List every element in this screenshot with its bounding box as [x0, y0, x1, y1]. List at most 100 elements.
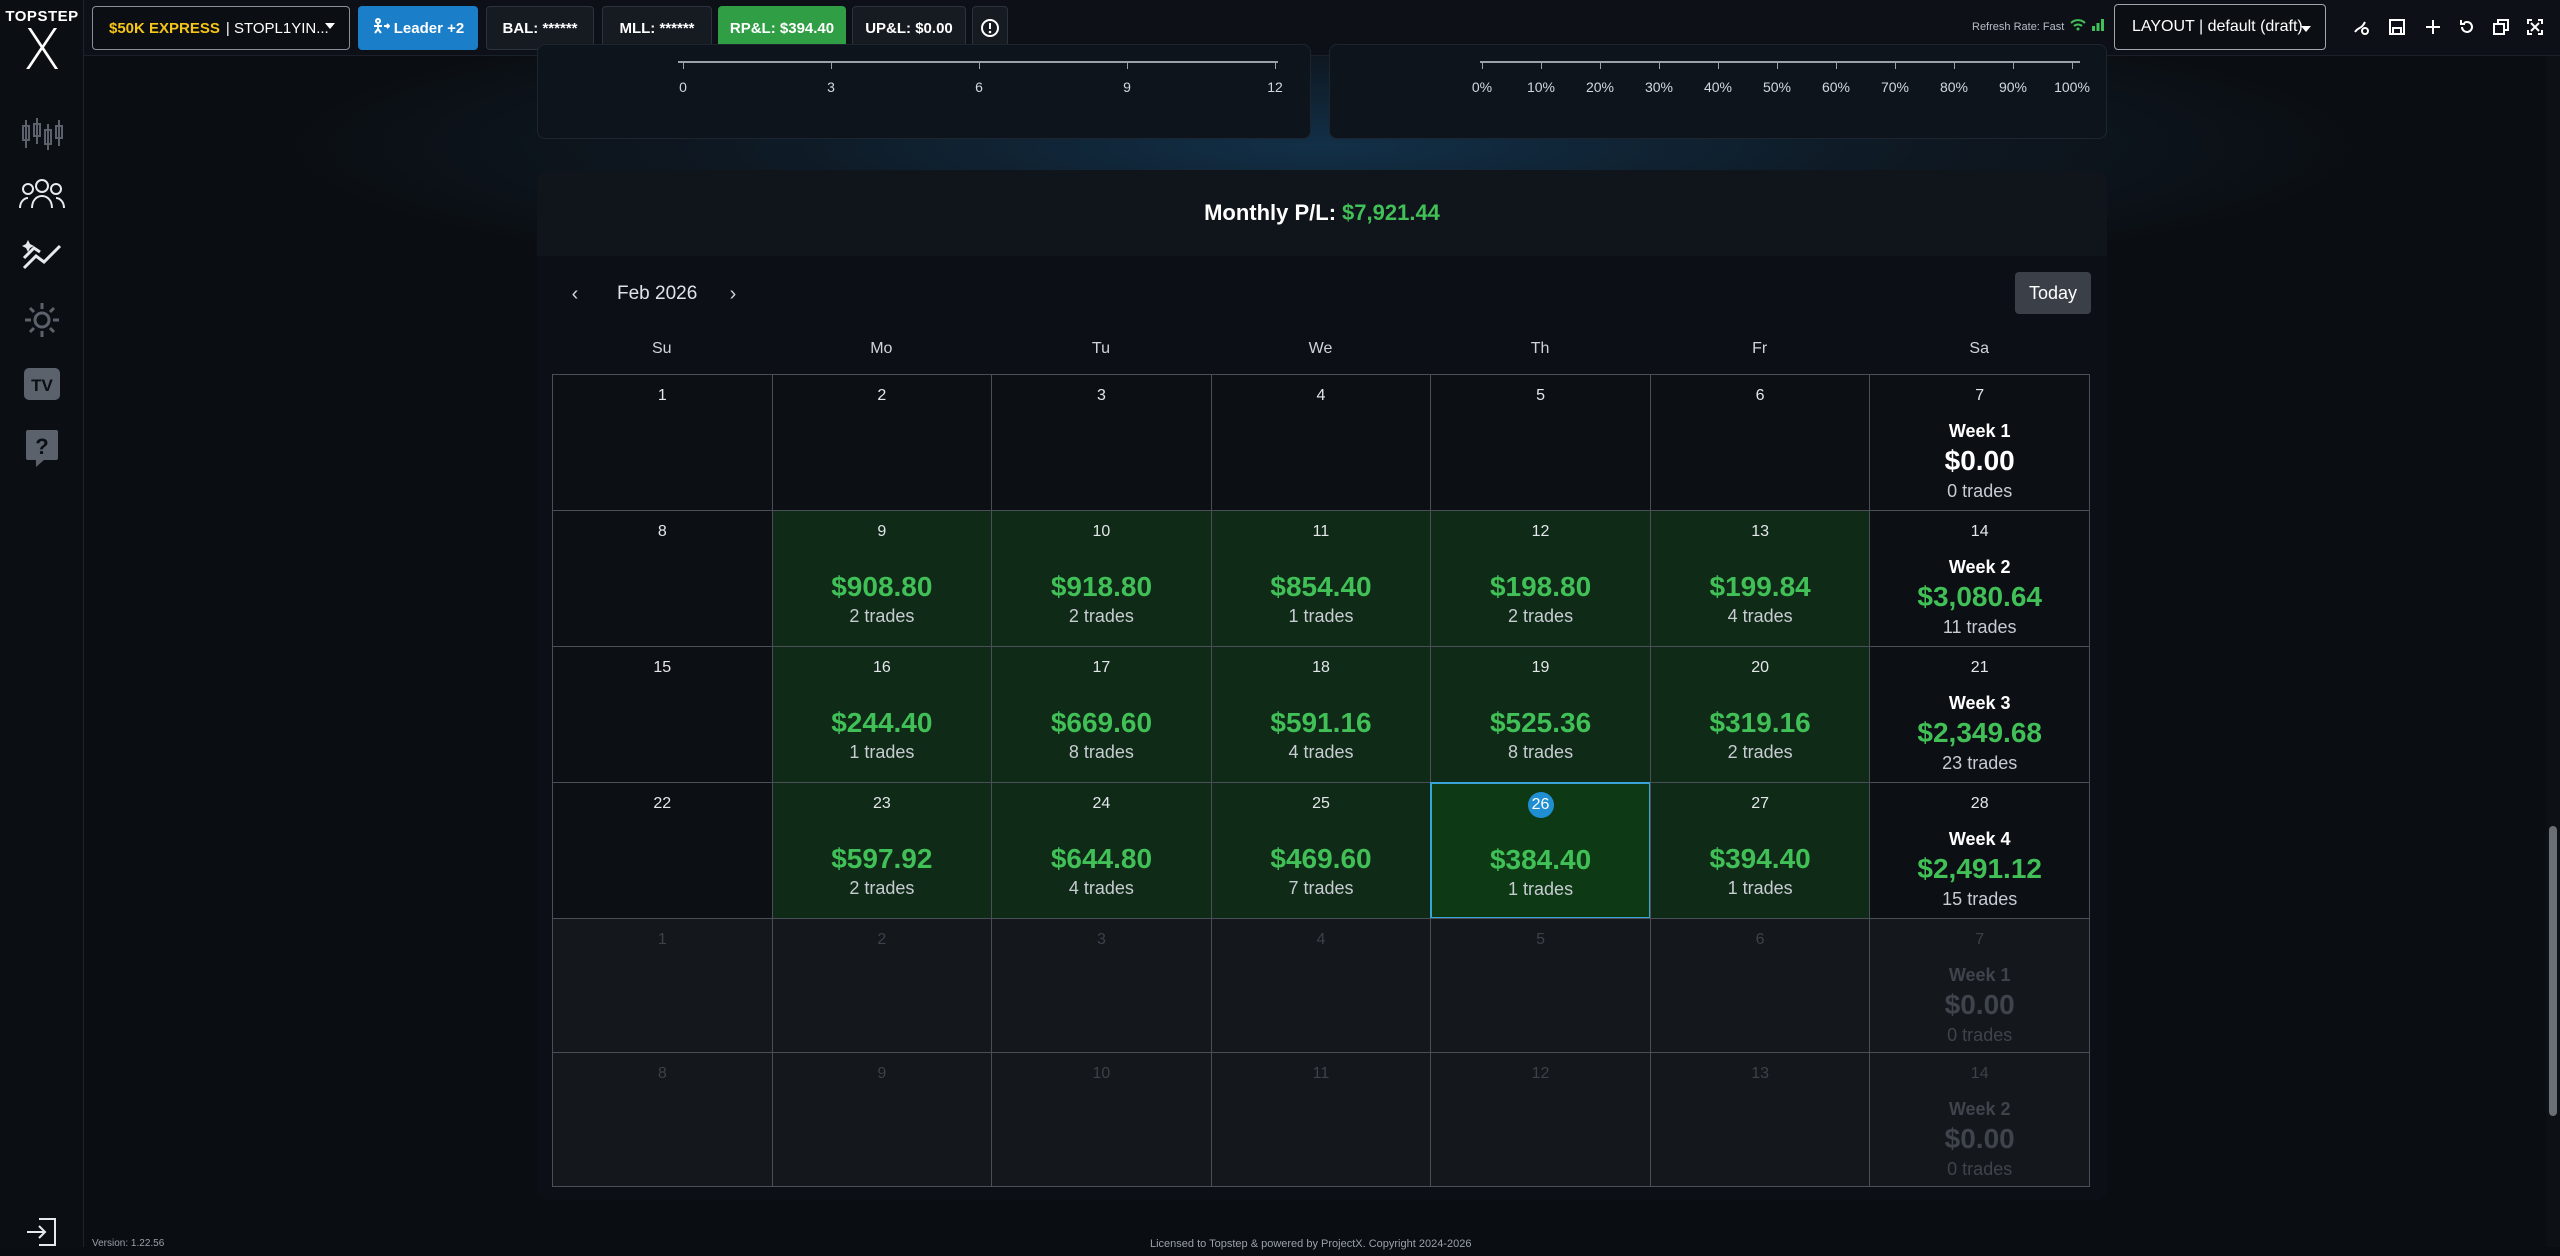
axis-tick [683, 61, 684, 69]
day-cell[interactable]: 10 $918.80 2 trades [991, 510, 1212, 647]
day-number: 23 [872, 795, 891, 812]
day-pl-amount: $469.60 [1270, 843, 1372, 874]
week-pl-amount: $0.00 [1944, 989, 2015, 1020]
day-cell[interactable]: 20 $319.16 2 trades [1649, 646, 1871, 783]
help-icon[interactable]: ? [14, 424, 70, 472]
week-label: Week 2 [1948, 1099, 2011, 1119]
layout-selector[interactable]: LAYOUT | default (draft) [2114, 4, 2326, 50]
monthly-pl-title: Monthly P/L: [1204, 200, 1337, 225]
day-pl-amount: $525.36 [1489, 707, 1592, 738]
chart-candles-icon[interactable] [14, 110, 70, 158]
reset-icon[interactable] [2456, 16, 2478, 38]
day-cell[interactable]: 6 [1649, 374, 1871, 511]
leader-button[interactable]: Leader +2 [358, 6, 478, 50]
day-cell[interactable]: 11 [1210, 1052, 1432, 1187]
day-cell[interactable]: 27 $394.40 1 trades [1649, 782, 1871, 919]
day-cell[interactable]: 8 [552, 1052, 773, 1187]
day-cell[interactable]: 18 $591.16 4 trades [1210, 646, 1432, 783]
day-cell[interactable]: 17 $669.60 8 trades [991, 646, 1212, 783]
day-number: 8 [657, 1065, 667, 1082]
users-group-icon[interactable] [14, 170, 70, 218]
analytics-sparkle-icon[interactable] [14, 232, 70, 280]
day-cell[interactable]: 12 $198.80 2 trades [1430, 510, 1651, 647]
week-summary-cell[interactable]: 7 Week 1 $0.00 0 trades [1869, 918, 2090, 1053]
axis-tick [1777, 61, 1778, 69]
day-pl-amount: $244.40 [831, 707, 933, 738]
week-summary-cell[interactable]: 7 Week 1 $0.00 0 trades [1869, 374, 2090, 511]
add-icon[interactable] [2422, 16, 2444, 38]
account-selector[interactable]: $50K EXPRESS | STOPL1YIN... [92, 6, 350, 50]
week-pl-amount: $2,491.12 [1917, 853, 2042, 884]
day-cell[interactable]: 24 $644.80 4 trades [991, 782, 1212, 919]
day-cell[interactable]: 23 $597.92 2 trades [771, 782, 993, 919]
day-cell[interactable]: 15 [552, 646, 773, 783]
top-toolbar: $50K EXPRESS | STOPL1YIN... Leader +2 BA… [84, 0, 2560, 56]
day-number: 5 [1536, 387, 1546, 404]
day-cell[interactable]: 25 $469.60 7 trades [1210, 782, 1432, 919]
tick-icon[interactable] [2350, 16, 2372, 38]
week-summary-cell[interactable]: 14 Week 2 $3,080.64 11 trades [1869, 510, 2090, 647]
sidebar: TOPSTEP X TV ? [0, 0, 84, 1247]
day-cell[interactable]: 6 [1649, 918, 1871, 1053]
day-cell[interactable]: 12 [1430, 1052, 1651, 1187]
day-cell[interactable]: 19 $525.36 8 trades [1430, 646, 1651, 783]
day-cell[interactable]: 22 [552, 782, 773, 919]
day-cell[interactable]: 2 [771, 374, 993, 511]
save-icon[interactable] [2386, 16, 2408, 38]
day-number: 3 [1096, 387, 1106, 404]
week-pl-amount: $3,080.64 [1917, 581, 2042, 612]
chevron-right-icon[interactable]: › [719, 280, 747, 308]
day-cell[interactable]: 3 [991, 374, 1212, 511]
day-cell[interactable]: 4 [1210, 918, 1432, 1053]
week-summary-cell[interactable]: 14 Week 2 $0.00 0 trades [1869, 1052, 2090, 1187]
week-trade-count: 0 trades [1947, 1159, 2013, 1179]
day-pl-amount: $644.80 [1050, 843, 1153, 874]
axis-tick [1541, 61, 1542, 69]
day-number: 27 [1751, 795, 1770, 812]
day-cell[interactable]: 1 [552, 374, 773, 511]
day-cell[interactable]: 26 $384.40 1 trades [1430, 782, 1651, 919]
day-number: 7 [1975, 387, 1985, 404]
day-cell[interactable]: 13 $199.84 4 trades [1649, 510, 1871, 647]
fullscreen-icon[interactable] [2524, 16, 2546, 38]
axis-tick [1895, 61, 1896, 69]
day-cell[interactable]: 5 [1430, 918, 1651, 1053]
topstep-logo[interactable]: TOPSTEP X [0, 8, 84, 79]
day-number: 1 [657, 931, 667, 948]
gear-icon[interactable] [14, 296, 70, 344]
day-trade-count: 2 trades [1727, 742, 1793, 762]
week-trade-count: 23 trades [1942, 753, 2018, 773]
day-cell[interactable]: 11 $854.40 1 trades [1210, 510, 1432, 647]
logout-icon[interactable] [14, 1208, 70, 1256]
axis-tick [1275, 61, 1276, 69]
svg-text:TV: TV [31, 376, 53, 395]
day-cell[interactable]: 9 [771, 1052, 993, 1187]
day-cell[interactable]: 2 [771, 918, 993, 1053]
week-summary-cell[interactable]: 28 Week 4 $2,491.12 15 trades [1869, 782, 2090, 919]
day-cell[interactable]: 10 [991, 1052, 1212, 1187]
day-cell[interactable]: 8 [552, 510, 773, 647]
day-pl-amount: $198.80 [1489, 571, 1592, 602]
chevron-left-icon[interactable]: ‹ [561, 280, 589, 308]
windows-icon[interactable] [2490, 16, 2512, 38]
axis-tick-label: 40% [1703, 79, 1733, 95]
day-number: 1 [657, 387, 667, 404]
day-cell[interactable]: 3 [991, 918, 1212, 1053]
day-cell[interactable]: 16 $244.40 1 trades [771, 646, 993, 783]
day-cell[interactable]: 9 $908.80 2 trades [771, 510, 993, 647]
day-cell[interactable]: 13 [1649, 1052, 1871, 1187]
axis-tick-label: 10% [1526, 79, 1556, 95]
copy-trade-icon [372, 18, 391, 38]
scrollbar-thumb[interactable] [2549, 826, 2557, 1116]
day-cell[interactable]: 1 [552, 918, 773, 1053]
axis-tick [1836, 61, 1837, 69]
today-button[interactable]: Today [2015, 272, 2091, 314]
day-number: 4 [1316, 387, 1326, 404]
week-summary-cell[interactable]: 21 Week 3 $2,349.68 23 trades [1869, 646, 2090, 783]
tradingview-icon[interactable]: TV [14, 360, 70, 408]
day-number: 16 [872, 659, 891, 676]
scrollbar[interactable] [2546, 56, 2560, 1247]
day-cell[interactable]: 5 [1430, 374, 1651, 511]
day-cell[interactable]: 4 [1210, 374, 1432, 511]
week-label: Week 4 [1948, 829, 2011, 849]
